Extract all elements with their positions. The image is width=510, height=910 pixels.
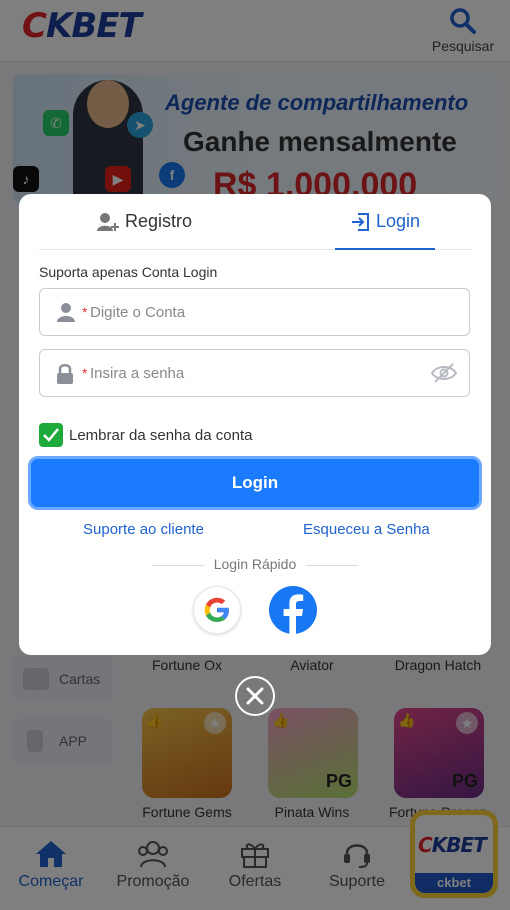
- user-icon: [57, 303, 75, 322]
- required-mark: *: [82, 304, 88, 320]
- tab-label: Registro: [125, 211, 193, 231]
- eye-off-icon[interactable]: [431, 362, 457, 384]
- account-input[interactable]: [90, 299, 430, 325]
- divider-line: [306, 564, 359, 566]
- close-icon: [246, 687, 264, 705]
- close-modal-button[interactable]: [235, 676, 275, 716]
- tab-label: Login: [375, 211, 421, 231]
- login-button[interactable]: Login: [28, 456, 482, 510]
- remember-password[interactable]: Lembrar da senha da conta: [39, 423, 252, 447]
- remember-label: Lembrar da senha da conta: [69, 426, 253, 444]
- login-modal: Registro Login Suporta apenas Conta Logi…: [19, 194, 491, 655]
- google-login-button[interactable]: [193, 586, 241, 634]
- check-icon: [43, 428, 59, 442]
- login-note: Suporta apenas Conta Login: [39, 264, 218, 280]
- facebook-login-button[interactable]: [269, 586, 317, 634]
- remember-checkbox[interactable]: [39, 423, 63, 447]
- lock-icon: [57, 364, 73, 384]
- required-mark: *: [82, 365, 88, 381]
- login-icon: [351, 212, 369, 231]
- support-link[interactable]: Suporte ao cliente: [83, 521, 204, 538]
- password-field[interactable]: *: [39, 349, 470, 397]
- tab-login[interactable]: Login: [335, 194, 435, 250]
- quick-login-label: Login Rápido: [213, 556, 297, 572]
- password-input[interactable]: [90, 360, 430, 386]
- add-user-icon: [97, 212, 119, 231]
- auth-tabs: Registro Login: [39, 194, 471, 250]
- account-field[interactable]: *: [39, 288, 470, 336]
- facebook-icon: [283, 594, 304, 634]
- quick-login-divider: Login Rápido: [19, 556, 491, 572]
- google-icon: [204, 597, 229, 622]
- tab-registro[interactable]: Registro: [97, 194, 192, 249]
- divider-line: [151, 564, 204, 566]
- forgot-password-link[interactable]: Esqueceu a Senha: [303, 521, 430, 538]
